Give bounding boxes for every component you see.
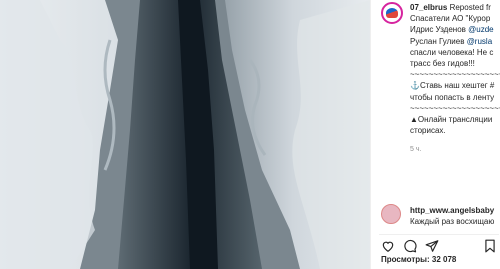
caption-line: ▲Онлайн трансляции bbox=[410, 114, 493, 124]
post-sidebar: 07_elbrus Reposted fr Спасатели АО "Куро… bbox=[370, 0, 500, 269]
crevasse-image bbox=[0, 0, 370, 269]
mention-link[interactable]: @uzde bbox=[468, 25, 493, 34]
views-label: Просмотры: bbox=[381, 255, 430, 264]
caption-line: Идрис Узденов bbox=[410, 25, 469, 35]
caption-line: ~~~~~~~~~~~~~~~~~~~~ bbox=[410, 70, 500, 80]
caption-line: ⚓Ставь наш хештег # bbox=[410, 81, 495, 91]
caption-line: чтобы попасть в ленту bbox=[410, 92, 495, 102]
caption-line: ~~~~~~~~~~~~~~~~~~~~ bbox=[410, 103, 500, 113]
post-caption: 07_elbrus Reposted fr Спасатели АО "Куро… bbox=[410, 2, 500, 136]
views-count: Просмотры: 32 078 bbox=[381, 255, 456, 264]
commenter-username[interactable]: http_www.angelsbaby bbox=[410, 205, 494, 216]
author-avatar[interactable] bbox=[381, 2, 403, 24]
post-video[interactable] bbox=[0, 0, 370, 269]
commenter-avatar[interactable] bbox=[381, 204, 401, 224]
comment-text: Каждый раз восхищаю bbox=[410, 217, 495, 226]
bookmark-icon[interactable] bbox=[483, 239, 497, 253]
caption-line: трасс без гидов!!! bbox=[410, 58, 475, 68]
mention-link[interactable]: @rusla bbox=[467, 37, 492, 46]
action-bar bbox=[379, 234, 499, 254]
comment-icon[interactable] bbox=[403, 239, 417, 253]
author-username[interactable]: 07_elbrus bbox=[410, 3, 447, 12]
caption-line: Reposted fr bbox=[447, 3, 491, 12]
share-icon[interactable] bbox=[425, 239, 439, 253]
caption-line: спасли человека! Не с bbox=[410, 47, 494, 57]
comment: http_www.angelsbaby Каждый раз восхищаю bbox=[410, 205, 494, 227]
post-timestamp: 5 ч. bbox=[410, 146, 422, 153]
heart-icon[interactable] bbox=[381, 239, 395, 253]
caption-line: сторисах. bbox=[410, 126, 446, 136]
views-number: 32 078 bbox=[431, 255, 457, 264]
caption-line: Руслан Гулиев bbox=[410, 36, 467, 46]
caption-line: Спасатели АО "Курор bbox=[410, 14, 491, 24]
